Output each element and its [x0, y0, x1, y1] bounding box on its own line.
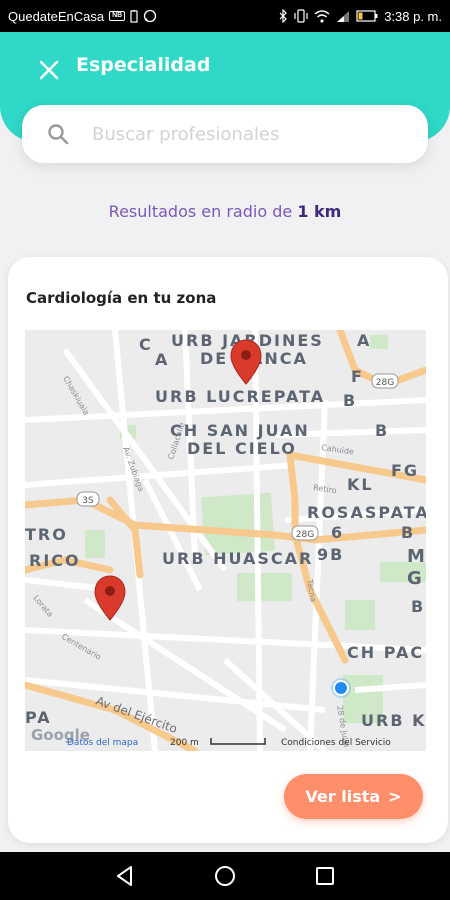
battery-icon [356, 10, 378, 22]
chevron-right-icon: > [388, 787, 402, 806]
map-scale-label: 200 m [170, 738, 199, 748]
map-label-m: M [407, 546, 426, 567]
map-label-c: C [139, 335, 153, 354]
map-label-9b: 9B [317, 545, 344, 564]
results-card: Cardiología en tu zona 28G 28G 3S URB JA… [8, 257, 448, 843]
system-nav-bar [0, 852, 450, 900]
card-title: Cardiología en tu zona [26, 289, 217, 307]
map-label-urb-k: URB K [361, 711, 426, 730]
home-icon[interactable] [213, 864, 237, 888]
map-label-a-left: A [155, 350, 169, 369]
battery-saver-icon [130, 9, 138, 23]
map-label-b-mid: B [375, 421, 389, 440]
status-badge: NB [109, 11, 126, 21]
map-label-rico: RICO [29, 551, 81, 570]
map-label-six: 6 [331, 523, 344, 542]
map-label-pa: PA [25, 708, 52, 727]
map-label-urb-lucrepata: URB LUCREPATA [155, 387, 325, 406]
close-icon[interactable] [36, 57, 62, 83]
map-label-urb-huascar: URB HUASCAR [162, 549, 313, 568]
results-radius-value: 1 km [297, 202, 342, 221]
map-label-b-low: B [411, 597, 425, 616]
map-label-rosaspata: ROSASPATA [307, 503, 426, 522]
bluetooth-icon [279, 9, 288, 23]
wifi-icon [314, 9, 330, 23]
map-label-g: G [407, 568, 424, 589]
map-data-link[interactable]: Datos del mapa [67, 738, 138, 748]
signal-icon [337, 10, 350, 22]
road-shield-3s: 3S [82, 496, 94, 506]
results-radius-text: Resultados en radio de 1 km [0, 202, 450, 221]
map-canvas[interactable]: 28G 28G 3S URB JARDINES DE BANCA C A A U… [25, 330, 426, 751]
map-label-fg: FG [391, 461, 419, 480]
ver-lista-label: Ver lista [305, 787, 381, 806]
search-input[interactable] [92, 123, 392, 145]
map-label-ch-san-juan: CH SAN JUAN [170, 421, 310, 440]
ver-lista-button[interactable]: Ver lista > [284, 774, 423, 819]
map-label-b-top: B [343, 391, 357, 410]
recents-icon[interactable] [313, 864, 337, 888]
map-view[interactable]: 28G 28G 3S URB JARDINES DE BANCA C A A U… [25, 330, 426, 751]
map-label-ch-pac: CH PAC [347, 643, 424, 662]
status-time: 3:38 p. m. [384, 8, 442, 24]
map-label-tro: TRO [25, 525, 68, 544]
results-radius-prefix: Resultados en radio de [108, 202, 293, 221]
vibrate-icon [294, 9, 308, 23]
road-shield-28g-b: 28G [296, 530, 314, 540]
back-icon[interactable] [113, 864, 137, 888]
map-label-a-right: A [357, 331, 371, 350]
road-shield-28g-a: 28G [376, 378, 394, 388]
map-label-kl: KL [347, 475, 374, 494]
map-label-b-right: B [401, 523, 415, 542]
status-app-name: QuedateEnCasa [8, 8, 105, 24]
map-conditions-link[interactable]: Condiciones del Servicio [281, 738, 391, 748]
search-box[interactable] [22, 105, 428, 163]
whatsapp-icon [144, 9, 157, 23]
user-location-dot [331, 678, 351, 698]
page-title: Especialidad [76, 54, 211, 76]
map-label-f: F [351, 367, 364, 386]
map-label-del-cielo: DEL CIELO [187, 439, 297, 458]
status-bar: QuedateEnCasa NB 3:38 p. m. [0, 0, 450, 32]
search-icon [48, 124, 69, 145]
